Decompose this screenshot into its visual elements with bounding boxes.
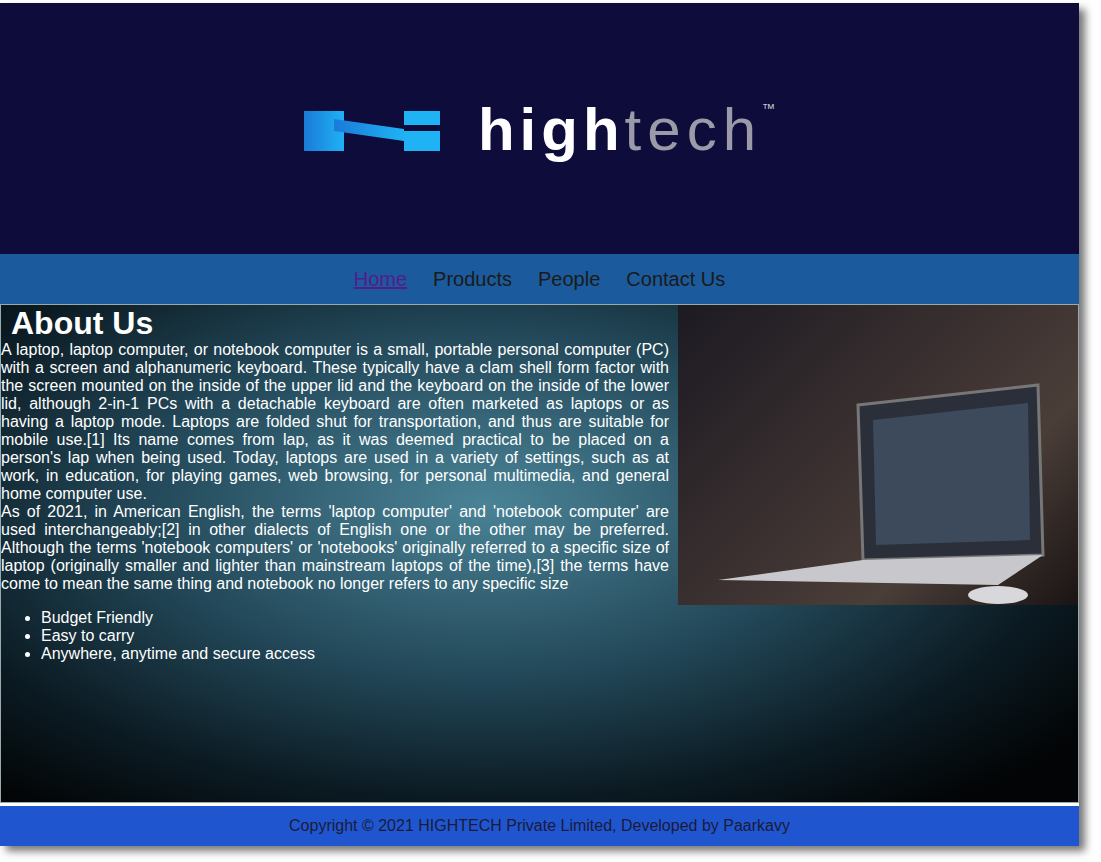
site-footer: Copyright © 2021 HIGHTECH Private Limite… [0,806,1079,846]
logo-tech: tech [625,100,762,160]
feature-item: Anywhere, anytime and secure access [41,645,669,663]
about-text-column: About UsA laptop, laptop computer, or no… [1,305,677,802]
feature-item: Easy to carry [41,627,669,645]
feature-item: Budget Friendly [41,609,669,627]
nav-link[interactable]: Contact Us [626,264,725,294]
page: hightech™ Home Products People Contact Us Abo… [0,3,1079,845]
feature-list: Budget FriendlyEasy to carryAnywhere, an… [1,609,669,663]
laptop-photo [678,305,1078,605]
nav-link[interactable]: Home [354,264,407,294]
logo-text: hightech™ [478,100,775,160]
main-nav: Home Products People Contact Us [0,254,1079,304]
site-header: hightech™ [0,3,1079,254]
about-paragraph: As of 2021, in American English, the ter… [1,503,669,593]
footer-text: Copyright © 2021 HIGHTECH Private Limite… [289,814,790,838]
laptop-photo-icon [698,345,1058,605]
about-section: About UsA laptop, laptop computer, or no… [0,304,1079,803]
logo-mark-icon [304,109,440,151]
logo-trademark: ™ [762,102,775,115]
site-logo[interactable]: hightech™ [304,100,775,160]
nav-link[interactable]: People [538,264,600,294]
about-paragraph: A laptop, laptop computer, or notebook c… [1,341,669,503]
nav-link[interactable]: Products [433,264,512,294]
logo-high: high [478,100,625,160]
about-title: About Us [1,305,669,341]
